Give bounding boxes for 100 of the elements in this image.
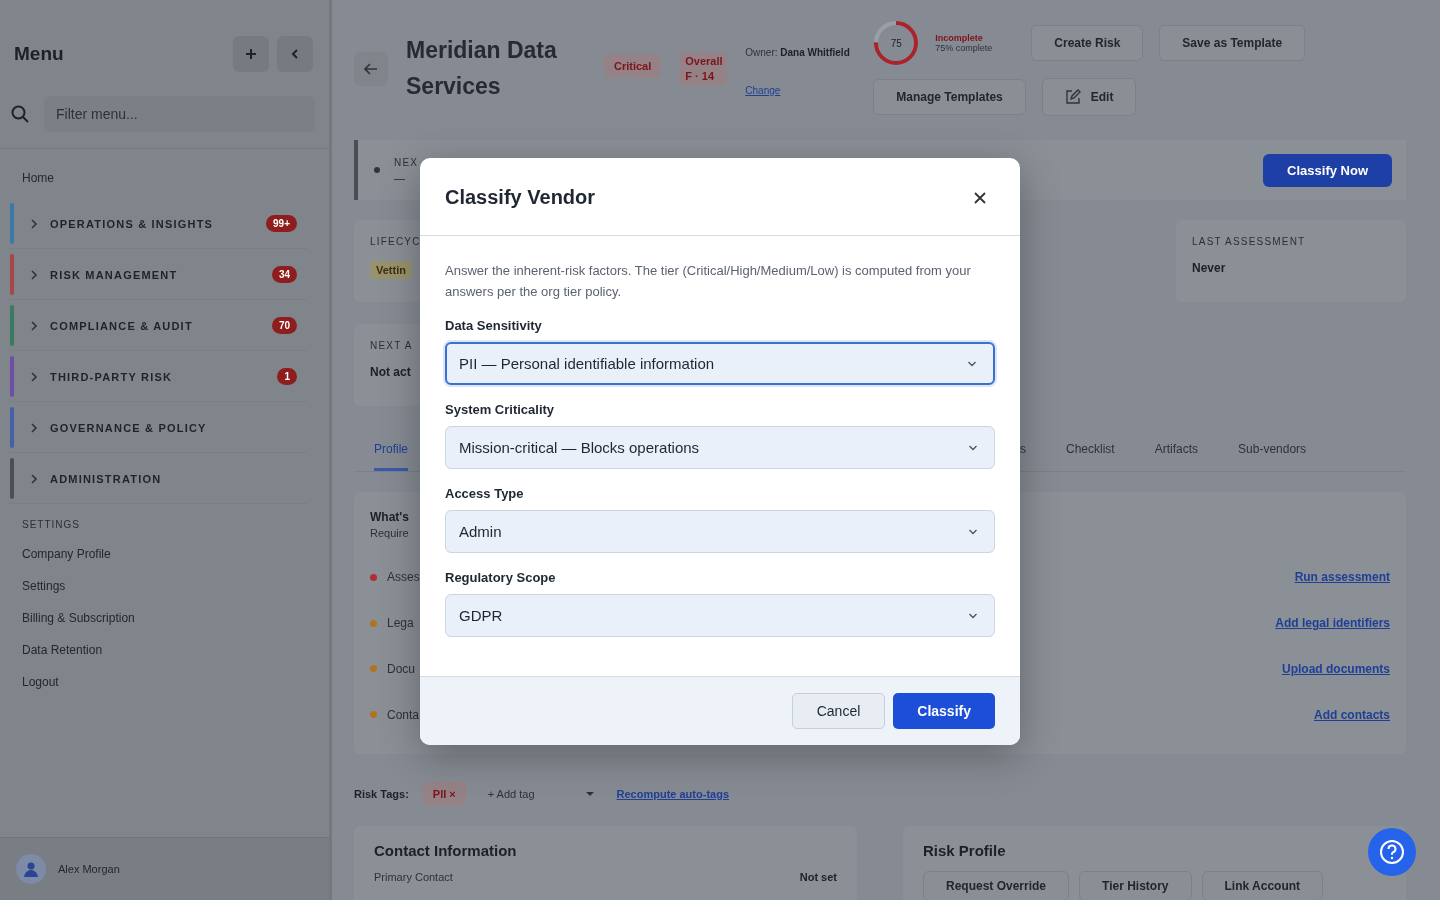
requirement-label: Conta: [387, 707, 420, 722]
tier-badge: Critical: [604, 54, 662, 78]
edit-icon: [1064, 89, 1081, 105]
add-tag-field[interactable]: + Add tag: [479, 788, 603, 800]
dialog-title: Classify Vendor: [445, 186, 596, 209]
tab[interactable]: s: [1020, 428, 1026, 471]
dialog-description: Answer the inherent-risk factors. The tier (Critical/High/Medium/Low) is computed from your answers per the org tier policy.: [445, 262, 972, 301]
nav-item[interactable]: Logout: [0, 666, 329, 698]
requirement-label: Docu: [387, 661, 415, 676]
action-link[interactable]: Add contacts: [1314, 707, 1390, 722]
tab[interactable]: Artifacts: [1154, 428, 1199, 471]
group-label: GOVERNANCE & POLICY: [50, 421, 208, 434]
nav-item[interactable]: Settings: [0, 570, 329, 602]
chevron-down-icon: [968, 444, 978, 451]
cancel-button[interactable]: Cancel: [791, 693, 886, 729]
group-label: RISK MANAGEMENT: [50, 268, 179, 281]
help-icon: [1379, 839, 1405, 865]
group-label: THIRD-PARTY RISK: [50, 370, 174, 383]
card-value: Not act: [370, 365, 411, 379]
nav-item[interactable]: Home: [0, 149, 329, 199]
card-title: Risk Profile: [923, 842, 1006, 859]
close-icon: [974, 191, 986, 204]
group-label: ADMINISTRATION: [50, 472, 163, 485]
create-risk-button[interactable]: Create Risk: [1031, 25, 1144, 61]
field-label: Regulatory Scope: [445, 570, 557, 585]
progress-caption: 75% complete: [935, 43, 994, 53]
count-badge: 1: [277, 368, 297, 385]
manage-templates-button[interactable]: Manage Templates: [873, 79, 1026, 115]
nav-group[interactable]: COMPLIANCE & AUDIT 70: [10, 301, 307, 351]
requirement-label: Asses: [387, 570, 420, 585]
field-label: Data Sensitivity: [445, 318, 543, 333]
banner-value: —: [394, 171, 406, 184]
action-link[interactable]: Run assessment: [1294, 570, 1390, 585]
tab[interactable]: Checklist: [1066, 428, 1115, 471]
card-label: NEXT A: [370, 340, 413, 351]
nav-group[interactable]: ADMINISTRATION: [10, 454, 307, 504]
vendor-name: Meridian Data Services: [406, 36, 558, 101]
search-icon: [10, 104, 30, 124]
chevron-left-icon: [290, 48, 300, 60]
section-heading: SETTINGS: [21, 518, 81, 532]
card-title: What's: [370, 510, 409, 524]
select-field[interactable]: Admin: [445, 510, 995, 553]
count-badge: 99+: [266, 215, 297, 232]
classify-now-button[interactable]: Classify Now: [1263, 153, 1392, 187]
recompute-link[interactable]: Recompute auto-tags: [616, 788, 729, 800]
card-label: LIFECYC: [370, 236, 421, 247]
risk-profile-button[interactable]: Request Override: [923, 871, 1070, 900]
avatar-icon: [16, 854, 46, 884]
add-button[interactable]: [233, 36, 269, 72]
chevron-down-icon: [967, 360, 977, 367]
card-value: Vettin: [370, 261, 412, 279]
field-label: System Criticality: [445, 402, 556, 417]
field-value: Not set: [799, 871, 837, 883]
nav-item[interactable]: Data Retention: [0, 634, 329, 666]
tab[interactable]: Sub-vendors: [1238, 428, 1307, 471]
card-label: LAST ASSESSMENT: [1192, 236, 1306, 247]
group-label: COMPLIANCE & AUDIT: [50, 319, 194, 332]
nav-group[interactable]: OPERATIONS & INSIGHTS 99+: [10, 199, 307, 249]
owner-name: Dana Whitfield: [780, 47, 850, 58]
select-field[interactable]: PII — Personal identifiable information: [445, 342, 995, 385]
status-dot: [374, 167, 380, 173]
chevron-down-icon: [584, 791, 595, 797]
progress-status: Incomplete: [935, 33, 984, 43]
tag-chip[interactable]: PII ×: [422, 782, 466, 806]
nav-group[interactable]: THIRD-PARTY RISK 1: [10, 352, 307, 402]
action-link[interactable]: Add legal identifiers: [1275, 616, 1390, 631]
overall-badge: Overall F · 14: [679, 52, 728, 86]
menu-title: Menu: [14, 43, 64, 65]
edit-button[interactable]: Edit: [1041, 78, 1137, 116]
field-label: Primary Contact: [374, 871, 453, 883]
risk-profile-button[interactable]: Link Account: [1201, 871, 1324, 900]
risk-tags-label: Risk Tags:: [354, 788, 409, 800]
select-field[interactable]: GDPR: [445, 594, 995, 637]
chevron-down-icon: [968, 612, 978, 619]
card-value: Never: [1192, 261, 1226, 275]
chevron-down-icon: [968, 528, 978, 535]
requirement-label: Lega: [387, 616, 414, 631]
tab[interactable]: Profile: [374, 428, 408, 471]
select-field[interactable]: Mission-critical — Blocks operations: [445, 426, 995, 469]
card-subtitle: Require: [370, 527, 409, 539]
owner-label: Owner:: [745, 47, 778, 58]
progress-value: 75: [889, 36, 903, 51]
count-badge: 70: [271, 317, 297, 334]
action-link[interactable]: Upload documents: [1282, 661, 1390, 676]
save-template-button[interactable]: Save as Template: [1159, 25, 1306, 61]
nav-group[interactable]: GOVERNANCE & POLICY: [10, 403, 307, 453]
card-title: Contact Information: [374, 842, 517, 859]
change-link[interactable]: Change: [745, 85, 781, 96]
risk-profile-button[interactable]: Tier History: [1079, 871, 1192, 900]
classify-button[interactable]: Classify: [893, 693, 995, 729]
count-badge: 34: [271, 266, 297, 283]
banner-label: NEX: [394, 156, 419, 168]
plus-icon: [245, 48, 257, 60]
nav-group[interactable]: RISK MANAGEMENT 34: [10, 250, 307, 300]
nav-item[interactable]: Billing & Subscription: [0, 602, 329, 634]
group-label: OPERATIONS & INSIGHTS: [50, 217, 215, 230]
back-button[interactable]: [354, 52, 388, 86]
user-name: Alex Morgan: [58, 863, 120, 875]
nav-item[interactable]: Company Profile: [0, 538, 329, 570]
filter-field[interactable]: Filter menu...: [44, 96, 315, 132]
